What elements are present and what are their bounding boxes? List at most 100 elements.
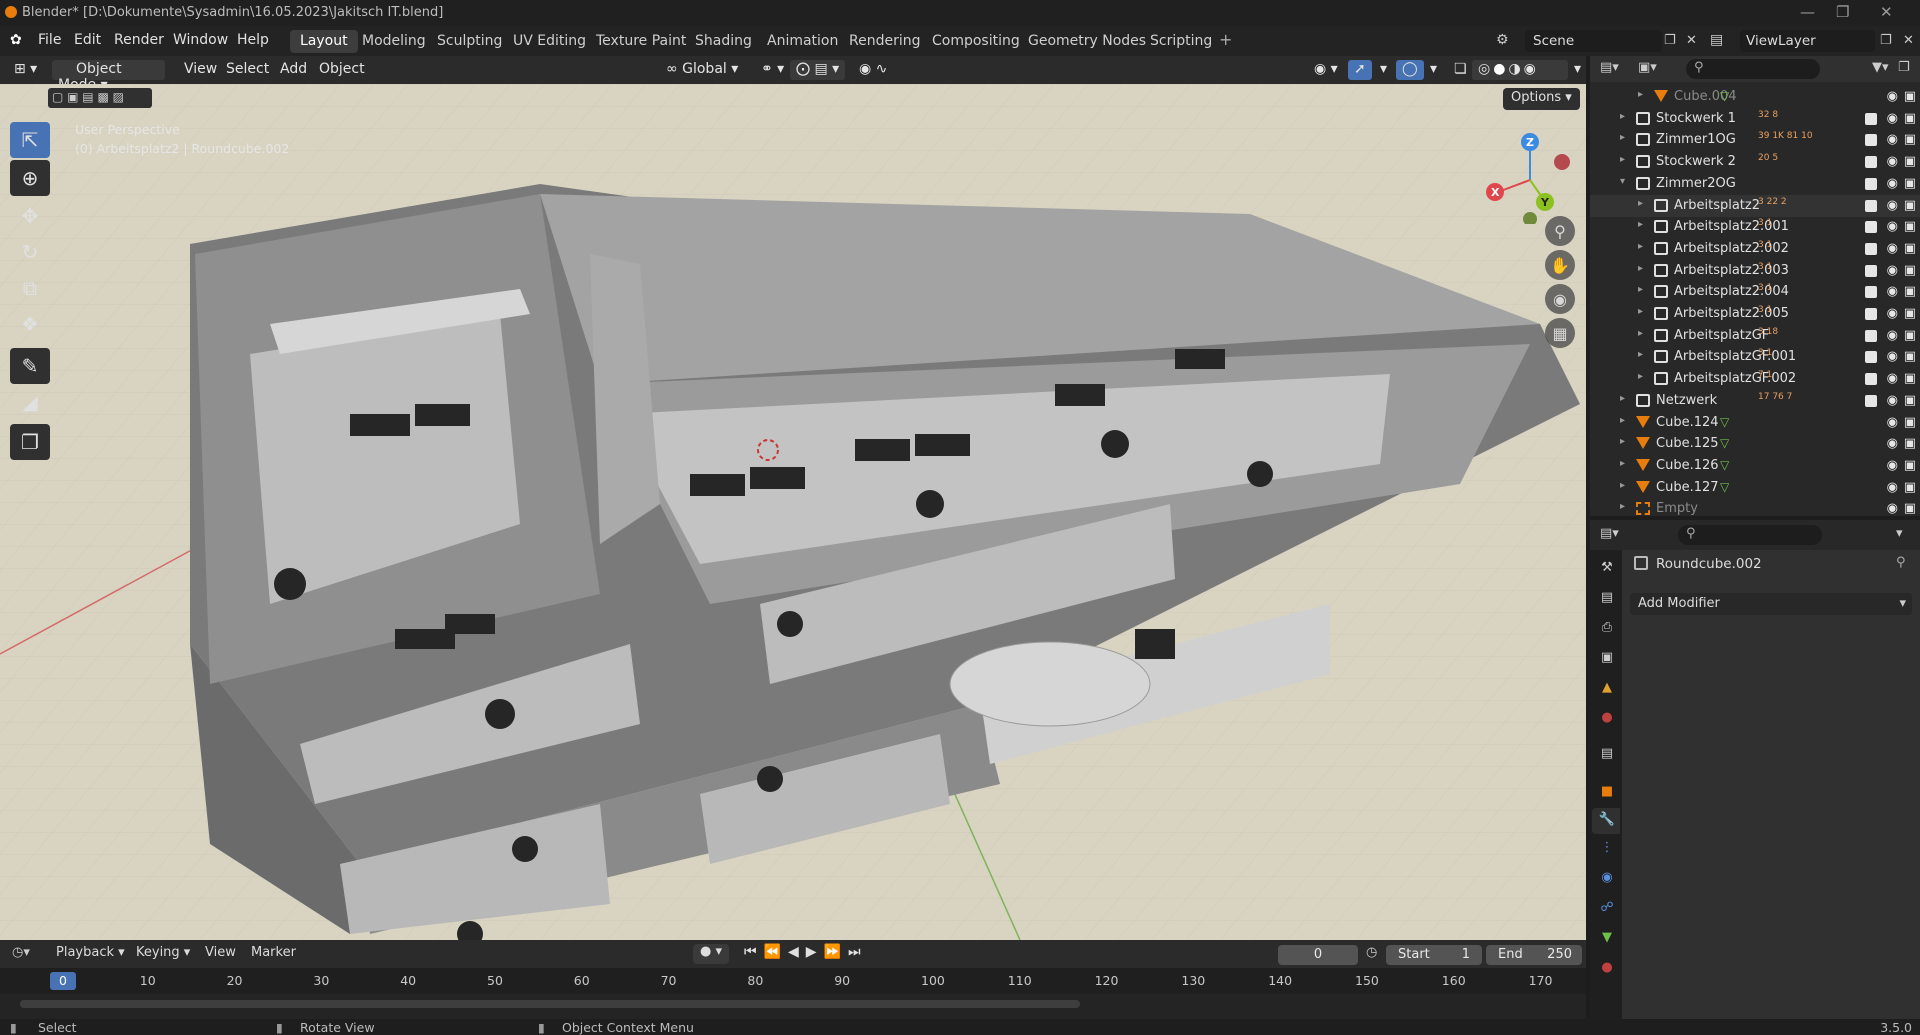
scene-icon[interactable]: ⚙ — [1496, 32, 1509, 48]
outliner-search-input[interactable]: ⚲ — [1686, 59, 1820, 79]
pan-hand-icon[interactable]: ✋ — [1545, 250, 1575, 280]
tab-scripting[interactable]: Scripting — [1140, 30, 1222, 53]
exclude-checkbox[interactable] — [1865, 199, 1877, 212]
camera-icon[interactable]: ▣ — [1904, 132, 1916, 147]
add-modifier-dropdown[interactable]: Add Modifier ▾ — [1630, 593, 1912, 615]
eye-icon[interactable]: ◉ — [1887, 371, 1898, 386]
outliner-row[interactable]: ▸ Arbeitsplatz2.004 3 1 ◉ ▣ — [1590, 281, 1920, 303]
proportional-edit-icon[interactable]: ◉ ∿ — [853, 60, 893, 80]
expand-arrow-icon[interactable]: ▸ — [1620, 415, 1625, 426]
expand-arrow-icon[interactable]: ▸ — [1638, 89, 1643, 100]
overlay-toggle-icon[interactable]: ◯ — [1396, 60, 1424, 80]
outliner-row[interactable]: ▸ Zimmer1OG 39 1K 81 10 ◉ ▣ — [1590, 129, 1920, 151]
camera-icon[interactable]: ▣ — [1904, 436, 1916, 451]
exclude-checkbox[interactable] — [1865, 373, 1877, 386]
eye-icon[interactable]: ◉ — [1887, 436, 1898, 451]
expand-arrow-icon[interactable]: ▸ — [1620, 111, 1625, 122]
viewlayer-field[interactable]: ViewLayer — [1740, 30, 1875, 52]
exclude-checkbox[interactable] — [1865, 394, 1877, 407]
eye-icon[interactable]: ◉ — [1887, 306, 1898, 321]
maximize-icon[interactable]: ❐ — [1836, 3, 1849, 21]
camera-icon[interactable]: ▣ — [1904, 480, 1916, 495]
add-workspace-icon[interactable]: + — [1219, 30, 1232, 49]
eye-icon[interactable]: ◉ — [1887, 458, 1898, 473]
timeline-editor-icon[interactable]: ◷▾ — [12, 945, 30, 960]
options-dropdown[interactable]: Options ▾ — [1503, 88, 1580, 110]
clock-icon[interactable]: ◷ — [1366, 945, 1377, 960]
pivot-icon[interactable]: ⚭ ▾ — [755, 60, 790, 80]
scale-tool[interactable]: ⧉ — [10, 270, 50, 306]
select-box-tool[interactable]: ⇱ — [10, 122, 50, 158]
minimize-icon[interactable]: — — [1800, 3, 1815, 21]
exclude-checkbox[interactable] — [1865, 156, 1877, 169]
exclude-checkbox[interactable] — [1865, 308, 1877, 320]
camera-icon[interactable]: ▣ — [1904, 393, 1916, 408]
expand-arrow-icon[interactable]: ▸ — [1620, 458, 1625, 469]
orientation-dropdown[interactable]: ∞ Global ▾ — [660, 60, 744, 80]
new-viewlayer-icon[interactable]: ❐ — [1880, 33, 1892, 48]
collection-tab-icon[interactable]: ▤ — [1598, 746, 1616, 764]
outliner-row[interactable]: ▸ Empty ◉ ▣ — [1590, 498, 1920, 520]
viewlayer-icon[interactable]: ▤ — [1710, 32, 1723, 48]
camera-icon[interactable]: ▣ — [1904, 154, 1916, 169]
display-mode-icon[interactable]: ▣▾ — [1638, 60, 1657, 75]
auto-keying-icon[interactable]: ● ▾ — [693, 944, 729, 964]
outliner-row[interactable]: ▸ ArbeitsplatzGF.002 7 1 ◉ ▣ — [1590, 368, 1920, 390]
eye-icon[interactable]: ◉ — [1887, 198, 1898, 213]
menu-render[interactable]: Render — [114, 32, 164, 48]
gizmo-toggle-icon[interactable]: ➚ — [1348, 60, 1372, 80]
eye-icon[interactable]: ◉ — [1887, 349, 1898, 364]
camera-icon[interactable]: ▣ — [1904, 349, 1916, 364]
cursor-tool[interactable]: ⊕ — [10, 160, 50, 196]
eye-icon[interactable]: ◉ — [1887, 89, 1898, 104]
delete-viewlayer-icon[interactable]: ✕ — [1903, 33, 1914, 48]
gizmo-dropdown-icon[interactable]: ▾ — [1374, 60, 1393, 80]
camera-icon[interactable]: ▣ — [1904, 328, 1916, 343]
select-menu[interactable]: Select — [220, 60, 275, 80]
view-layer-tab-icon[interactable]: ▣ — [1598, 650, 1616, 668]
menu-help[interactable]: Help — [237, 32, 269, 48]
visibility-icon[interactable]: ◉ ▾ — [1308, 60, 1344, 80]
outliner-row[interactable]: ▸ Arbeitsplatz2.005 3 1 ◉ ▣ — [1590, 303, 1920, 325]
expand-arrow-icon[interactable]: ▸ — [1638, 328, 1643, 339]
outliner-row[interactable]: ▸ Arbeitsplatz2.002 3 1 ◉ ▣ — [1590, 238, 1920, 260]
outliner-editor-icon[interactable]: ▤▾ — [1600, 60, 1619, 75]
exclude-checkbox[interactable] — [1865, 221, 1877, 234]
new-scene-icon[interactable]: ❐ — [1664, 33, 1676, 48]
expand-arrow-icon[interactable]: ▸ — [1638, 198, 1643, 209]
add-cube-tool[interactable]: ❐ — [10, 424, 50, 460]
properties-search-input[interactable]: ⚲ — [1678, 525, 1822, 545]
tab-geometry-nodes[interactable]: Geometry Nodes — [1018, 30, 1156, 53]
expand-arrow-icon[interactable]: ▸ — [1638, 219, 1643, 230]
world-tab-icon[interactable]: ● — [1598, 710, 1616, 728]
annotate-tool[interactable]: ✎ — [10, 348, 50, 384]
playhead[interactable]: 0 — [50, 972, 76, 990]
exclude-checkbox[interactable] — [1865, 351, 1877, 364]
new-collection-icon[interactable]: ❐ — [1898, 60, 1910, 75]
mesh-data-icon[interactable]: ▽ — [1720, 89, 1729, 103]
eye-icon[interactable]: ◉ — [1887, 154, 1898, 169]
view-menu[interactable]: View — [178, 60, 223, 80]
outliner-row[interactable]: ▸ Arbeitsplatz2.001 3 1 ◉ ▣ — [1590, 216, 1920, 238]
transform-tool[interactable]: ❖ — [10, 306, 50, 342]
current-frame-field[interactable]: 0 — [1278, 945, 1358, 965]
delete-scene-icon[interactable]: ✕ — [1686, 33, 1697, 48]
camera-icon[interactable]: ▣ — [1904, 284, 1916, 299]
add-menu[interactable]: Add — [274, 60, 313, 80]
close-icon[interactable]: ✕ — [1880, 3, 1893, 21]
menu-window[interactable]: Window — [173, 32, 228, 48]
eye-icon[interactable]: ◉ — [1887, 263, 1898, 278]
outliner-row[interactable]: ▸ Netzwerk 17 76 7 ◉ ▣ — [1590, 390, 1920, 412]
scene-tab-icon[interactable]: ▲ — [1598, 680, 1616, 698]
selection-mode-icons[interactable]: ▢ ▣ ▤ ▩ ▨ — [48, 88, 152, 108]
camera-icon[interactable]: ▣ — [1904, 371, 1916, 386]
rotate-tool[interactable]: ↻ — [10, 234, 50, 270]
camera-view-icon[interactable]: ◉ — [1545, 284, 1575, 314]
3d-viewport[interactable]: ⇱ ⊕ ✥ ↻ ⧉ ❖ ✎ ◢ ❐ ▢ ▣ ▤ ▩ ▨ User Perspec… — [0, 84, 1586, 940]
camera-icon[interactable]: ▣ — [1904, 241, 1916, 256]
expand-arrow-icon[interactable]: ▸ — [1620, 154, 1625, 165]
data-tab-icon[interactable]: ▼ — [1598, 930, 1616, 948]
expand-arrow-icon[interactable]: ▸ — [1620, 132, 1625, 143]
shading-mode-icons[interactable]: ◎●◑◉ — [1472, 60, 1568, 80]
render-tab-icon[interactable]: ▤ — [1598, 590, 1616, 608]
